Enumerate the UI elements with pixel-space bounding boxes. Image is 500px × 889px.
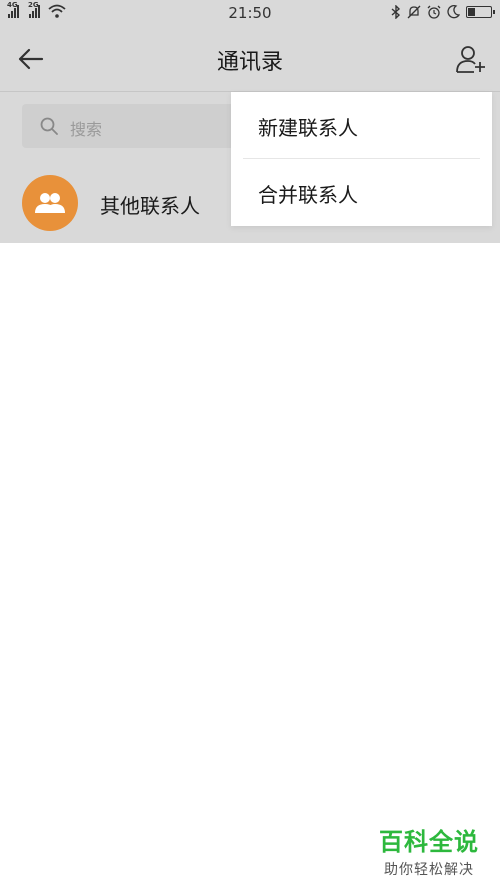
contact-name: 其他联系人 [100, 194, 200, 218]
status-icons [391, 5, 495, 19]
add-contact-icon[interactable] [454, 42, 488, 76]
menu-item-merge-contacts[interactable]: 合并联系人 [231, 159, 492, 225]
search-placeholder: 搜索 [70, 120, 103, 139]
menu-item-label: 合并联系人 [258, 183, 358, 207]
watermark-title: 百科全说 [379, 828, 479, 856]
watermark-logo: 百科全说 助你轻松解决 [374, 822, 484, 879]
alarm-icon [427, 5, 441, 19]
popup-menu: 新建联系人 合并联系人 [231, 92, 492, 226]
page-title: 通讯录 [216, 50, 283, 75]
menu-item-new-contact[interactable]: 新建联系人 [231, 92, 492, 158]
search-icon [40, 117, 58, 135]
moon-icon [447, 5, 460, 19]
bluetooth-icon [391, 5, 401, 19]
nav-bar: 通讯录 [0, 26, 500, 92]
avatar [22, 175, 78, 231]
mute-bell-icon [407, 5, 421, 19]
menu-item-label: 新建联系人 [258, 116, 358, 140]
status-bar: 4G 2G 21:50 [0, 0, 500, 26]
watermark-subtitle: 助你轻松解决 [384, 862, 474, 878]
battery-icon [466, 6, 495, 18]
contacts-group-icon [35, 193, 65, 213]
